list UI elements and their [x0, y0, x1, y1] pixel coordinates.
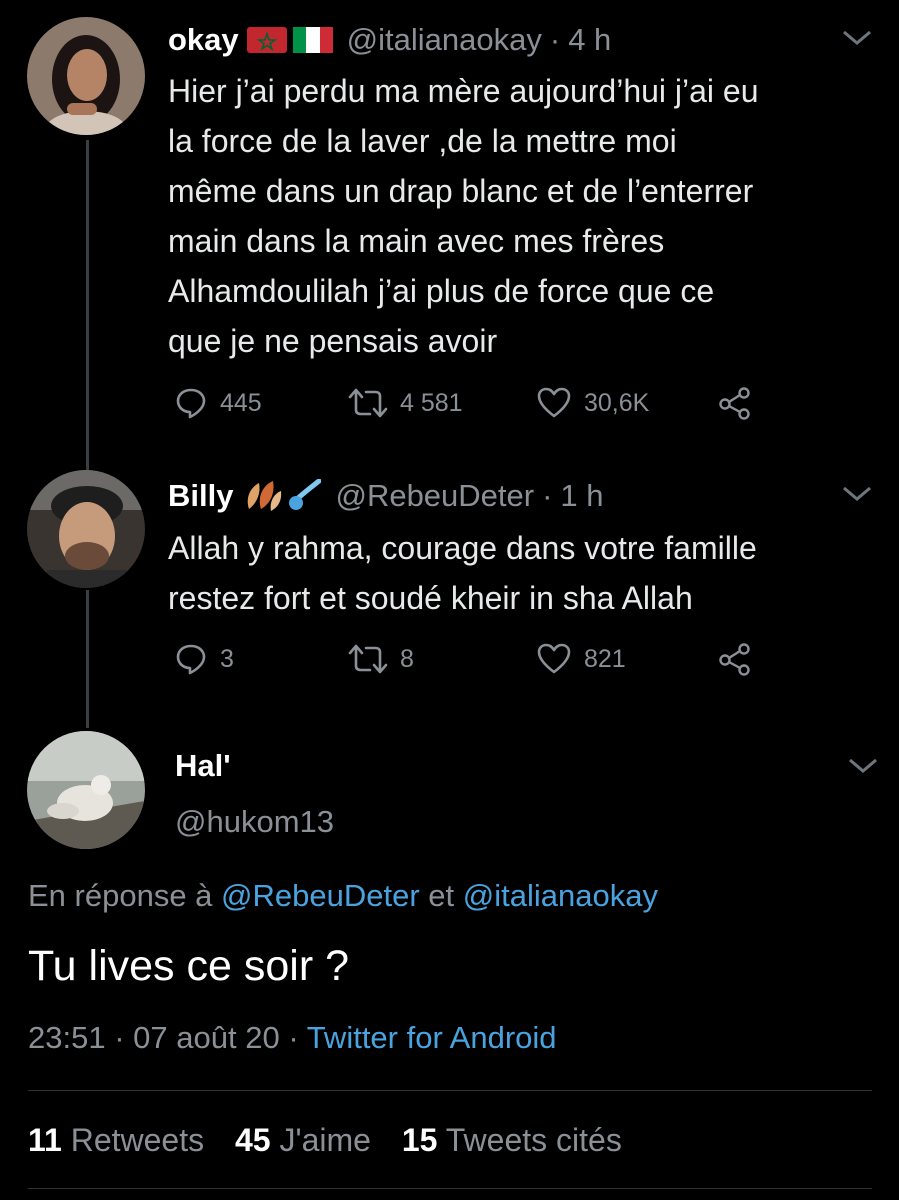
avatar[interactable]: [27, 470, 145, 588]
italy-flag-icon: [292, 27, 333, 53]
comet-icon: [287, 478, 322, 513]
separator: ·: [542, 478, 553, 513]
reply-button[interactable]: 3: [174, 642, 234, 676]
quotes-label: Tweets cités: [445, 1122, 622, 1158]
share-icon: [719, 643, 750, 676]
thread-line: [86, 590, 89, 728]
avatar[interactable]: [27, 17, 145, 135]
reply-context: En réponse à @RebeuDeter et @italianaoka…: [28, 878, 658, 914]
tweet-text: Hier j’ai perdu ma mère aujourd’hui j’ai…: [168, 73, 759, 359]
mention-link[interactable]: @italianaokay: [463, 878, 658, 913]
username[interactable]: @RebeuDeter: [335, 478, 534, 514]
tweet-text: Tu lives ce soir ?: [28, 942, 350, 990]
timestamp[interactable]: 1 h: [560, 478, 603, 514]
chevron-down-icon[interactable]: [840, 484, 874, 504]
retweet-icon: [348, 644, 388, 674]
tweet-text: Allah y rahma, courage dans votre famill…: [168, 530, 757, 616]
date: 07 août 20: [133, 1020, 280, 1055]
like-count: 821: [584, 644, 626, 673]
tweet-header: Billy @RebeuDeter · 1 h: [168, 478, 604, 514]
reply-icon: [176, 388, 206, 419]
thread-line: [86, 140, 89, 470]
fallen-leaves-icon: [243, 479, 283, 513]
quotes-count: 15: [401, 1122, 438, 1158]
tweet-stats: 11 Retweets 45 J'aime 15 Tweets cités: [28, 1122, 622, 1159]
separator: ·: [549, 22, 561, 57]
tweet-header: okay @italianaokay · 4 h: [168, 22, 611, 58]
mention-link[interactable]: @RebeuDeter: [221, 878, 420, 913]
likes-stat[interactable]: 45 J'aime: [235, 1122, 371, 1158]
divider: [28, 1090, 872, 1091]
chevron-down-icon[interactable]: [846, 756, 880, 776]
retweet-count: 8: [400, 644, 414, 673]
like-button[interactable]: 30,6K: [536, 386, 649, 420]
quotes-stat[interactable]: 15 Tweets cités: [402, 1122, 622, 1158]
timestamp[interactable]: 4 h: [568, 22, 611, 58]
separator: ·: [114, 1020, 125, 1055]
retweets-label: Retweets: [70, 1122, 205, 1158]
timestamp: 23:51: [28, 1020, 106, 1055]
heart-icon: [537, 643, 571, 674]
reply-count: 3: [220, 644, 234, 673]
reply-and: et: [428, 878, 455, 913]
share-icon: [719, 387, 750, 420]
tweet-meta: 23:51 · 07 août 20 · Twitter for Android: [28, 1020, 557, 1056]
display-name[interactable]: Billy: [168, 478, 233, 514]
display-name[interactable]: okay: [168, 22, 239, 58]
retweets-stat[interactable]: 11 Retweets: [28, 1122, 204, 1158]
retweet-button[interactable]: 8: [348, 642, 414, 676]
display-name[interactable]: Hal': [175, 748, 231, 784]
likes-count: 45: [235, 1122, 271, 1158]
reply-prefix: En réponse à: [28, 878, 213, 913]
source-link[interactable]: Twitter for Android: [307, 1020, 557, 1055]
reply-icon: [176, 644, 206, 675]
reply-button[interactable]: 445: [174, 386, 262, 420]
heart-icon: [537, 387, 571, 418]
like-count: 30,6K: [584, 388, 650, 417]
tweet-actions: 445 4 581 30,6K: [168, 386, 788, 426]
username[interactable]: @hukom13: [175, 804, 334, 840]
morocco-flag-icon: [246, 27, 287, 53]
retweet-button[interactable]: 4 581: [348, 386, 463, 420]
tweet-actions: 3 8 821: [168, 642, 788, 682]
reply-count: 445: [220, 388, 262, 417]
likes-label: J'aime: [279, 1122, 371, 1158]
avatar[interactable]: [27, 731, 145, 849]
share-button[interactable]: [718, 386, 764, 420]
username[interactable]: @italianaokay: [347, 22, 542, 58]
chevron-down-icon[interactable]: [840, 28, 874, 48]
like-button[interactable]: 821: [536, 642, 626, 676]
retweet-icon: [348, 388, 388, 418]
divider: [28, 1188, 872, 1189]
retweet-count: 4 581: [400, 388, 463, 417]
retweets-count: 11: [28, 1122, 62, 1158]
separator: ·: [288, 1020, 299, 1055]
share-button[interactable]: [718, 642, 764, 676]
